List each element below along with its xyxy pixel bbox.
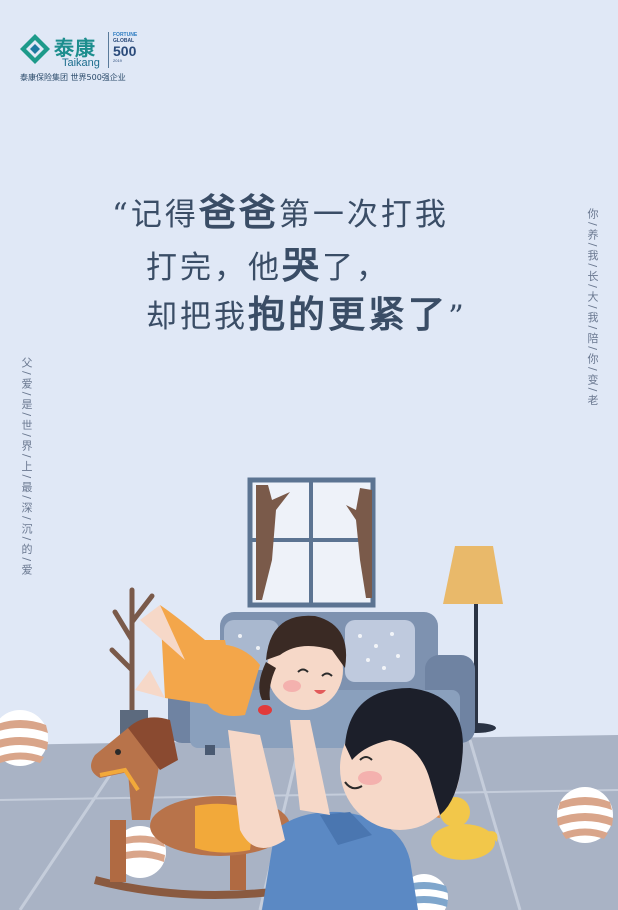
poster: 泰康 Taikang FORTUNE GLOBAL 500 2019 泰康保险集… [0,0,618,910]
striped-ball-right [557,787,613,843]
plant [109,587,155,715]
illustration [0,477,618,910]
window [247,477,376,608]
striped-ball-left [0,710,48,766]
